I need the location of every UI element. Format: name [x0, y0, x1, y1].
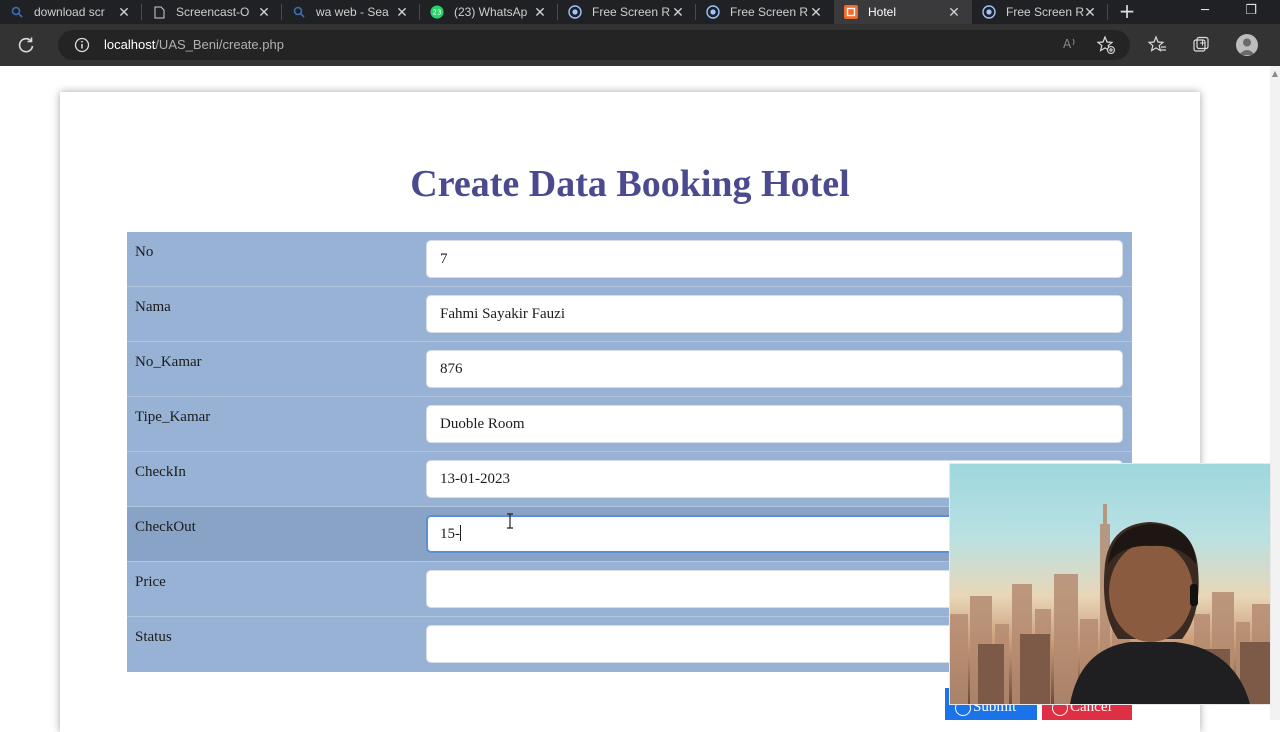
tab-whatsapp[interactable]: 23 (23) WhatsAp ✕ [420, 0, 558, 24]
url-host: localhost [104, 37, 156, 52]
nama-input[interactable]: Fahmi Sayakir Fauzi [426, 295, 1123, 333]
webcam-overlay [949, 463, 1271, 705]
scroll-up-icon[interactable]: ▲ [1271, 70, 1279, 78]
reload-icon[interactable] [16, 35, 36, 55]
new-tab-plus-icon[interactable]: + [1116, 0, 1138, 24]
search-icon [292, 5, 306, 19]
record-icon [568, 5, 582, 19]
restore-window-icon[interactable]: ❐ [1228, 0, 1274, 24]
field-label-tipe-kamar: Tipe_Kamar [135, 409, 211, 425]
ibeam-cursor-icon [506, 513, 514, 529]
minimize-window-icon[interactable]: ─ [1182, 0, 1228, 24]
text-caret [460, 525, 461, 541]
field-label-price: Price [135, 574, 166, 590]
close-tab-icon[interactable]: ✕ [946, 4, 962, 20]
close-tab-icon[interactable]: ✕ [256, 4, 272, 20]
close-tab-icon[interactable]: ✕ [532, 4, 548, 20]
tab-free-screen-recorder[interactable]: Free Screen R ✕ [696, 0, 834, 24]
profile-avatar-icon[interactable] [1236, 34, 1258, 56]
checkout-value: 15- [440, 526, 460, 542]
address-bar[interactable]: localhost/UAS_Beni/create.php A [58, 30, 1130, 60]
tab-download-search[interactable]: download scr ✕ [0, 0, 142, 24]
hotel-site-icon [844, 5, 858, 19]
tab-label: Free Screen R [1006, 5, 1085, 19]
browser-toolbar: localhost/UAS_Beni/create.php A [0, 24, 1280, 66]
tab-free-screen-recorder[interactable]: Free Screen R ✕ [558, 0, 696, 24]
field-label-checkout: CheckOut [135, 519, 196, 535]
tab-wa-web-search[interactable]: wa web - Sea ✕ [282, 0, 420, 24]
tab-screencast[interactable]: Screencast-O ✕ [142, 0, 282, 24]
whatsapp-badge: 23 [433, 9, 442, 17]
field-label-status: Status [135, 629, 172, 645]
form-row-tipe-kamar: Tipe_Kamar Duoble Room [127, 397, 1132, 452]
read-aloud-icon[interactable]: A [1060, 35, 1080, 55]
tab-label: (23) WhatsAp [454, 5, 528, 19]
close-tab-icon[interactable]: ✕ [394, 4, 410, 20]
close-tab-icon[interactable]: ✕ [670, 4, 686, 20]
field-label-checkin: CheckIn [135, 464, 186, 480]
webcam-video-frame [950, 504, 1270, 704]
no-kamar-input[interactable]: 876 [426, 350, 1123, 388]
tab-label: Screencast-O [176, 5, 250, 19]
add-favorite-icon[interactable] [1096, 35, 1116, 55]
close-tab-icon[interactable]: ✕ [116, 4, 132, 20]
url-path: /UAS_Beni/create.php [155, 37, 284, 52]
field-label-no-kamar: No_Kamar [135, 354, 202, 370]
form-row-no-kamar: No_Kamar 876 [127, 342, 1132, 397]
site-info-icon[interactable] [74, 37, 90, 53]
tipe-kamar-input[interactable]: Duoble Room [426, 405, 1123, 443]
document-icon [152, 5, 166, 19]
form-row-no: No 7 [127, 232, 1132, 287]
collections-icon[interactable] [1191, 35, 1211, 55]
field-label-nama: Nama [135, 299, 171, 315]
record-icon [706, 5, 720, 19]
tab-label: Free Screen R [730, 5, 809, 19]
record-icon [982, 5, 996, 19]
svg-text:A: A [1063, 37, 1072, 51]
tab-label: wa web - Sea [316, 5, 389, 19]
close-tab-icon[interactable]: ✕ [808, 4, 824, 20]
whatsapp-icon: 23 [430, 5, 444, 19]
tab-free-screen-recorder[interactable]: Free Screen R ✕ [972, 0, 1108, 24]
search-icon [10, 5, 24, 19]
favorites-icon[interactable] [1147, 35, 1167, 55]
close-tab-icon[interactable]: ✕ [1082, 4, 1098, 20]
url-text[interactable]: localhost/UAS_Beni/create.php [104, 37, 284, 52]
no-input[interactable]: 7 [426, 240, 1123, 278]
tab-label: Free Screen R [592, 5, 671, 19]
tab-strip: download scr ✕ Screencast-O ✕ wa web - S… [0, 0, 1280, 24]
page-scrollbar[interactable]: ▲ [1270, 66, 1280, 720]
tab-label: download scr [34, 5, 105, 19]
tab-label: Hotel [868, 5, 897, 19]
tab-hotel[interactable]: Hotel ✕ [834, 0, 972, 24]
field-label-no: No [135, 244, 154, 260]
page-title: Create Data Booking Hotel [410, 163, 850, 205]
form-row-nama: Nama Fahmi Sayakir Fauzi [127, 287, 1132, 342]
